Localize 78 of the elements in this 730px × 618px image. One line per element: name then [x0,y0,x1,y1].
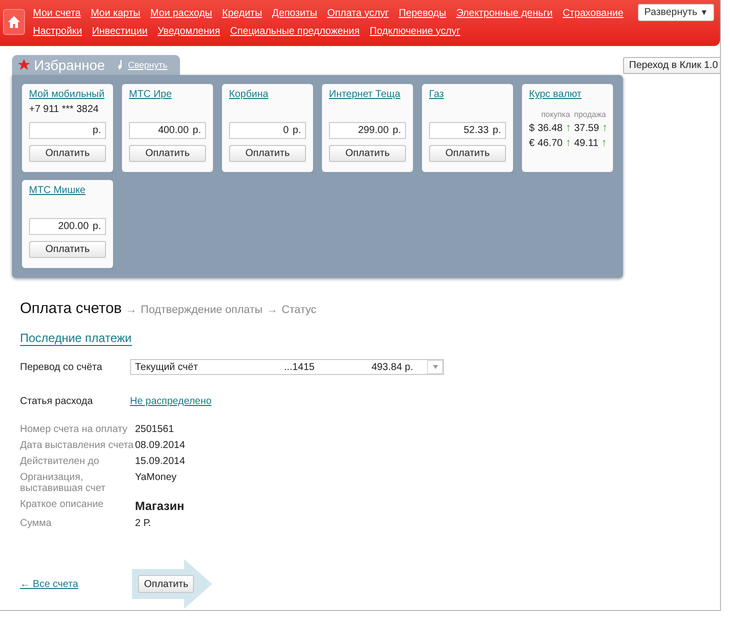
detail-value: 2501561 [135,424,175,435]
detail-value: Магазин [135,499,186,513]
nav-link[interactable]: Переводы [398,8,446,18]
card-title-link[interactable]: Интернет Теща [329,89,406,100]
column-header: продажа [574,110,606,119]
pay-button[interactable]: Оплатить [429,145,506,162]
step-label: Оплата счетов [20,300,122,317]
nav-link[interactable]: Электронные деньги [456,8,553,18]
home-icon [8,16,20,28]
up-arrow: ↑ [601,137,607,149]
step-label: Статус [282,304,316,316]
detail-label: Действителен до [20,456,100,467]
pay-button[interactable]: Оплатить [138,575,194,593]
currency-symbol: € [529,138,535,148]
detail-label: Дата выставления счета [20,440,135,451]
star-icon [18,59,30,71]
card-title-link[interactable]: Мой мобильный [29,89,106,100]
buy-rate: 46.70 [538,138,563,148]
amount-field[interactable]: 299.00 р. [329,122,406,139]
switch-version-button[interactable]: Переход в Клик 1.0 [623,57,720,74]
pay-button[interactable]: Оплатить [229,145,306,162]
sell-rate: 49.11 [574,138,598,148]
up-arrow: ↑ [566,122,572,134]
expand-button[interactable]: Развернуть ▼ [638,4,714,21]
card-title-link[interactable]: Курс валют [529,89,606,100]
nav-link[interactable]: Оплата услуг [327,8,389,18]
detail-value: 08.09.2014 [135,440,186,451]
buy-rate: 36.48 [538,122,563,134]
detail-value: 15.09.2014 [135,456,186,467]
card-title-link[interactable]: МТС Мишке [29,185,106,196]
nav-link[interactable]: Мои счета [33,8,81,18]
nav-link[interactable]: Мои карты [90,8,140,18]
nav-link[interactable]: Подключение услуг [370,26,460,36]
field-label: Перевод со счёта [20,362,104,372]
detail-label: Организация, выставившая счет [20,472,106,494]
amount-field[interactable]: 400.00 р. [129,122,206,139]
pay-button[interactable]: Оплатить [129,145,206,162]
recent-payments-link[interactable]: Последние платежи [20,331,132,346]
amount-field[interactable]: 0 р. [229,122,306,139]
sell-rate: 37.59 [574,122,600,134]
expense-category-link[interactable]: Не распределено [130,396,212,407]
detail-label: Номер счета на оплату [20,424,128,435]
amount-field[interactable]: р. [29,122,106,139]
card-title-link[interactable]: Газ [429,89,506,100]
pay-button[interactable]: Оплатить [29,145,106,162]
detail-value: YaMoney [135,472,178,485]
pay-button[interactable]: Оплатить [29,241,106,258]
nav-link[interactable]: Инвестиции [92,26,148,36]
home-button[interactable] [3,9,25,35]
field-label: Статья расхода [20,396,94,407]
nav-link[interactable]: Депозиты [272,8,318,18]
nav-link[interactable]: Мои расходы [150,8,212,18]
nav-link[interactable]: Специальные предложения [230,26,360,36]
detail-label: Краткое описание [20,499,104,512]
nav-link[interactable]: Страхование [562,8,624,18]
card-title-link[interactable]: Корбина [229,89,306,100]
account-dropdown[interactable]: Текущий счёт ...1415 493.84 р. [130,359,444,375]
all-bills-link[interactable]: ← Все счета [20,578,132,590]
nav-link[interactable]: Уведомления [158,26,220,36]
amount-field[interactable]: 200.00 р. [29,218,106,235]
favorites-title: Избранное [34,57,105,73]
up-arrow: ↑ [602,122,608,134]
detail-value: 2 Р. [135,518,152,529]
up-arrow: ↑ [566,137,572,149]
card-title-link[interactable]: МТС Ире [129,89,206,100]
dropdown-icon [432,365,438,369]
nav-link[interactable]: Настройки [33,26,82,36]
pay-button[interactable]: Оплатить [329,145,406,162]
step-arrow: → [126,304,137,316]
amount-field[interactable]: 52.33 р. [429,122,506,139]
step-arrow: → [266,304,278,316]
currency-symbol: $ [529,122,535,134]
step-label: Подтверждение оплаты [140,304,263,316]
nav-link[interactable]: Кредиты [222,8,262,18]
phone-number: +7 911 *** 3824 [29,104,100,117]
detail-label: Сумма [20,518,52,529]
column-header: покупка [541,110,570,119]
collapse-icon [116,60,124,70]
